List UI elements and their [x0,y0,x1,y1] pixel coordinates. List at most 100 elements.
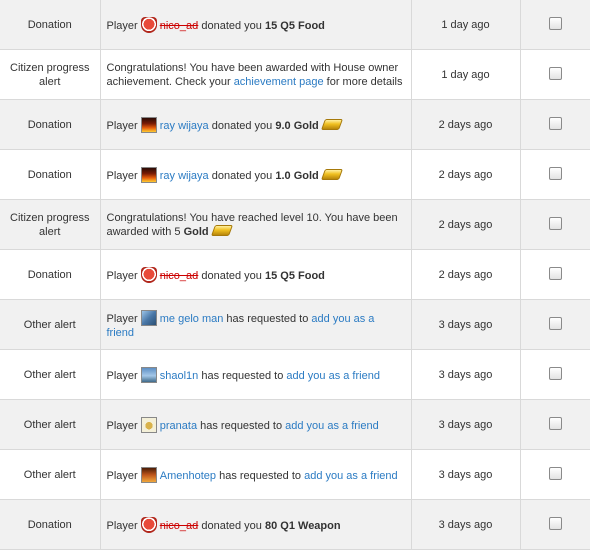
message-text: has requested to [219,469,302,482]
select-checkbox[interactable] [548,116,562,130]
alert-type: Other alert [0,449,101,500]
message-text: has requested to [200,419,283,432]
alert-date: 2 days ago [410,149,521,200]
alert-message: Player nico_ad donated you 15 Q5 Food [99,0,412,50]
donation-item: 1.0 Gold [275,169,319,182]
message-prefix: Player [106,19,138,32]
player-link[interactable]: ray wijaya [160,170,209,182]
landscape-avatar-icon[interactable] [140,366,157,383]
alert-date: 1 day ago [410,49,521,100]
alert-message: Player Amenhotep has requested to add yo… [99,449,412,500]
select-checkbox[interactable] [548,266,562,280]
donation-item: 15 Q5 Food [264,19,325,32]
alert-message: Player me gelo man has requested to add … [99,299,412,350]
alert-type: Citizen progress alert [0,49,101,100]
select-checkbox[interactable] [548,16,562,30]
shield-avatar-icon[interactable] [140,516,157,533]
player-link[interactable]: nico_ad [160,270,199,282]
fire-avatar-icon[interactable] [140,166,157,183]
friend-request-link[interactable]: add you as a friend [304,470,398,482]
message-text: donated you [201,19,262,32]
select-checkbox[interactable] [548,216,562,230]
amenhotep-avatar-icon[interactable] [140,466,157,483]
fire-avatar-icon[interactable] [140,116,157,133]
message-prefix: Player [106,312,138,325]
select-checkbox[interactable] [548,316,562,330]
alert-type: Donation [0,149,101,200]
alert-message: Player shaol1n has requested to add you … [99,349,412,400]
alert-date: 3 days ago [410,349,521,400]
alert-row: Donation Player ray wijaya donated you 9… [0,99,590,150]
alert-row: Donation Player nico_ad donated you 15 Q… [0,0,590,50]
alert-row: Other alert Player Amenhotep has request… [0,449,590,500]
friend-request-link[interactable]: add you as a friend [286,370,380,382]
alert-row: Citizen progress alert Congratulations! … [0,49,590,100]
alert-message: Player ray wijaya donated you 1.0 Gold [99,149,412,200]
alert-type: Donation [0,499,101,550]
player-link[interactable]: Amenhotep [160,470,216,482]
donation-item: 15 Q5 Food [264,269,325,282]
alert-message: Player ray wijaya donated you 9.0 Gold [99,99,412,150]
alert-row: Donation Player nico_ad donated you 80 Q… [0,499,590,550]
alert-message: Player pranata has requested to add you … [99,399,412,450]
message-text: donated you [201,519,262,532]
select-checkbox[interactable] [548,516,562,530]
alert-row: Donation Player ray wijaya donated you 1… [0,149,590,200]
message-prefix: Player [106,119,138,132]
select-checkbox[interactable] [548,66,562,80]
message-prefix: Player [106,369,138,382]
message-suffix: for more details [326,75,403,88]
cat-avatar-icon[interactable] [140,416,157,433]
alert-type: Donation [0,99,101,150]
message-prefix: Player [106,419,138,432]
message-text: donated you [201,269,262,282]
donation-item: 80 Q1 Weapon [264,519,341,532]
alert-message: Congratulations! You have been awarded w… [99,49,412,100]
alert-date: 1 day ago [410,0,521,50]
player-link[interactable]: me gelo man [160,313,224,325]
message-text: has requested to [201,369,284,382]
alert-row: Other alert Player me gelo man has reque… [0,299,590,350]
gold-bar-icon [210,224,233,236]
player-link[interactable]: pranata [160,420,197,432]
player-link[interactable]: nico_ad [160,520,199,532]
message-text: has requested to [226,312,309,325]
alert-date: 3 days ago [410,449,521,500]
alert-type: Donation [0,249,101,300]
alert-type: Other alert [0,349,101,400]
alert-message: Player nico_ad donated you 15 Q5 Food [99,249,412,300]
shield-avatar-icon[interactable] [140,16,157,33]
alert-message: Congratulations! You have reached level … [99,199,412,250]
friend-request-link[interactable]: add you as a friend [285,420,379,432]
alert-row: Other alert Player shaol1n has requested… [0,349,590,400]
select-checkbox[interactable] [548,166,562,180]
message-prefix: Player [106,469,138,482]
message-prefix: Player [106,169,138,182]
alert-date: 2 days ago [410,249,521,300]
alert-type: Donation [0,0,101,50]
alert-type: Other alert [0,399,101,450]
player-link[interactable]: ray wijaya [160,120,209,132]
player-link[interactable]: shaol1n [160,370,199,382]
alert-date: 3 days ago [410,299,521,350]
select-checkbox[interactable] [548,366,562,380]
select-checkbox[interactable] [548,416,562,430]
donation-item: 9.0 Gold [275,119,319,132]
message-text: donated you [211,169,273,182]
achievement-page-link[interactable]: achievement page [234,76,324,88]
gold-bar-icon [320,168,343,180]
message-prefix: Player [106,519,138,532]
alert-row: Citizen progress alert Congratulations! … [0,199,590,250]
select-checkbox[interactable] [548,466,562,480]
alert-row: Donation Player nico_ad donated you 15 Q… [0,249,590,300]
message-text: donated you [211,119,273,132]
sky-avatar-icon[interactable] [140,309,157,326]
alert-row: Other alert Player pranata has requested… [0,399,590,450]
player-link[interactable]: nico_ad [160,20,199,32]
shield-avatar-icon[interactable] [140,266,157,283]
alert-date: 2 days ago [410,99,521,150]
alert-type: Citizen progress alert [0,199,101,250]
alert-date: 2 days ago [410,199,521,250]
alert-type: Other alert [0,299,101,350]
alerts-table: Donation Player nico_ad donated you 15 Q… [0,0,590,550]
